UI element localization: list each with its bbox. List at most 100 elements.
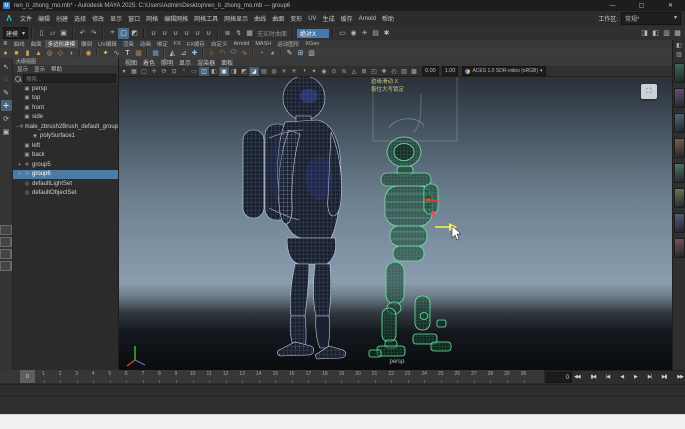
sidebar-tab-thumb-0[interactable]	[674, 63, 685, 83]
shelf-tab-12[interactable]: MASH	[252, 40, 274, 48]
select-object-icon[interactable]: ▢	[118, 28, 129, 39]
shelf-tab-1[interactable]: 曲面	[28, 40, 45, 48]
outliner-item-group6[interactable]: +✛group6	[13, 170, 118, 180]
green-robot-wireframe-model[interactable]	[369, 119, 451, 357]
open-scene-icon[interactable]: ▱	[47, 28, 58, 39]
outliner-search-input[interactable]: 搜索...	[23, 74, 116, 83]
close-button[interactable]: ✕	[656, 0, 685, 11]
shelf-grid-icon[interactable]: ⊞	[295, 49, 306, 58]
viewport-toolbar-icon-18[interactable]: ◑	[299, 67, 309, 76]
rotate-tool-icon[interactable]: ⟳	[1, 113, 12, 124]
minimize-button[interactable]: —	[598, 0, 627, 11]
light-editor-icon[interactable]: ✱	[381, 28, 392, 39]
outliner-item-persp[interactable]: ▣persp	[13, 84, 118, 94]
render-icon[interactable]: ▭	[337, 28, 348, 39]
scale-tool-icon[interactable]: ▣	[1, 126, 12, 137]
menu-item-17[interactable]: Arnold	[356, 11, 379, 26]
select-component-icon[interactable]: ◩	[129, 28, 140, 39]
menu-item-5[interactable]: 显示	[107, 11, 125, 26]
viewport-toolbar-icon-12[interactable]: ◩	[239, 67, 249, 76]
outliner-menu-0[interactable]: 显示	[17, 65, 28, 73]
construction-icon[interactable]: ↯	[233, 28, 244, 39]
layout-button-2[interactable]	[0, 249, 12, 259]
toggle-channel-box-icon[interactable]: ▦	[672, 28, 683, 39]
redo-icon[interactable]: ↷	[88, 28, 99, 39]
history-icon[interactable]: ≣	[222, 28, 233, 39]
expander-icon[interactable]: +	[16, 171, 23, 178]
menu-item-16[interactable]: 缓存	[338, 11, 356, 26]
move-tool-icon[interactable]: ✛	[1, 100, 12, 111]
time-slider[interactable]: 0 12345678910111213141516171819202122232…	[0, 370, 545, 383]
viewport-toolbar-icon-16[interactable]: ☀	[279, 67, 289, 76]
sidebar-tab-thumb-2[interactable]	[674, 113, 685, 133]
coordinate-input-field[interactable]: 绝对X	[297, 29, 329, 38]
viewport-toolbar-icon-4[interactable]: ⟳	[159, 67, 169, 76]
layout-button-3[interactable]	[0, 261, 12, 271]
shelf-platonic-icon[interactable]: ◉	[83, 49, 94, 58]
transport-button-5[interactable]: ▶|	[648, 374, 651, 380]
select-hierarchy-icon[interactable]: ⌖	[107, 28, 118, 39]
menu-item-3[interactable]: 选择	[71, 11, 89, 26]
menuset-dropdown[interactable]: 建模▾	[3, 27, 28, 39]
snap-view-icon[interactable]: ∪	[192, 28, 203, 39]
viewport-toolbar-icon-28[interactable]: ▥	[399, 67, 409, 76]
menu-item-18[interactable]: 帮助	[379, 11, 397, 26]
sidebar-tab-thumb-6[interactable]	[674, 213, 685, 233]
outliner-item-left[interactable]: ▣left	[13, 141, 118, 151]
outliner-item-polySurface1[interactable]: ◈polySurface1	[13, 132, 118, 142]
shelf-poly-cone-icon[interactable]: ▲	[33, 49, 44, 58]
human-wireframe-model[interactable]	[243, 76, 346, 359]
shelf-snap-ui-icon[interactable]: ▥	[306, 49, 317, 58]
shelf-tab-3[interactable]: 雕刻	[78, 40, 95, 48]
viewport-toolbar-icon-17[interactable]: ✳	[289, 67, 299, 76]
shelf-tab-10[interactable]: 自定义	[208, 40, 231, 48]
render-settings-icon[interactable]: ☀	[359, 28, 370, 39]
viewport-canvas[interactable]	[119, 58, 672, 370]
shelf-poly-torus-icon[interactable]: ◎	[44, 49, 55, 58]
shelf-curve-star-icon[interactable]: ✦	[100, 49, 111, 58]
viewport-toolbar-icon-21[interactable]: ⊙	[329, 67, 339, 76]
menu-item-9[interactable]: 网格工具	[191, 11, 221, 26]
viewport-toolbar-icon-8[interactable]: ◫	[199, 67, 209, 76]
shelf-tab-2[interactable]: 多边形建模	[45, 40, 79, 48]
snap-live-icon[interactable]: ∪	[203, 28, 214, 39]
shelf-svg-tool-icon[interactable]: ▦	[133, 49, 144, 58]
viewport-toolbar-icon-7[interactable]: ▭	[189, 67, 199, 76]
shelf-tab-7[interactable]: 绑定	[154, 40, 171, 48]
shelf-sculpt-icon[interactable]: ◔	[256, 49, 267, 58]
viewport-toolbar-icon-23[interactable]: ◬	[349, 67, 359, 76]
menu-item-10[interactable]: 网格显示	[221, 11, 251, 26]
shelf-poly-sphere-icon[interactable]: ●	[0, 49, 11, 58]
shelf-ellipse-icon[interactable]: ⬭	[228, 49, 239, 58]
toggle-tool-settings-icon[interactable]: ▥	[661, 28, 672, 39]
menu-item-11[interactable]: 曲线	[251, 11, 269, 26]
snap-grid-icon[interactable]: ∪	[148, 28, 159, 39]
transport-button-1[interactable]: ▮◀	[591, 374, 596, 380]
gamma-field[interactable]: 1.00	[442, 66, 459, 76]
colorspace-dropdown[interactable]: ACES 1.0 SDR-video (sRGB)▾	[462, 66, 545, 76]
shelf-type-tool-icon[interactable]: T	[122, 49, 133, 58]
transport-button-2[interactable]: |◀	[606, 374, 609, 380]
transport-button-0[interactable]: ◀◀	[574, 374, 580, 380]
outliner-item-male_zbrush2Brush_default_group[interactable]: −✛male_zbrush2Brush_default_group	[13, 122, 118, 132]
menu-item-6[interactable]: 窗口	[125, 11, 143, 26]
shelf-poly-plane-icon[interactable]: ◇	[55, 49, 66, 58]
viewport-toolbar-icon-11[interactable]: ◨	[229, 67, 239, 76]
menu-item-13[interactable]: 变形	[287, 11, 305, 26]
shelf-tab-0[interactable]: 曲线	[11, 40, 28, 48]
outliner-menu-2[interactable]: 帮助	[51, 65, 62, 73]
shelf-freehand-icon[interactable]: ∿	[239, 49, 250, 58]
undo-icon[interactable]: ↶	[77, 28, 88, 39]
ipr-render-icon[interactable]: ◉	[348, 28, 359, 39]
strip-icon-1[interactable]: ▥	[675, 50, 684, 58]
shelf-nurbs-circle-icon[interactable]: ○	[206, 49, 217, 58]
sidebar-tab-thumb-5[interactable]	[674, 188, 685, 208]
shelf-append-poly-icon[interactable]: ✚	[189, 49, 200, 58]
transport-button-3[interactable]: ◀	[620, 374, 623, 380]
shelf-menu-icon[interactable]: ≣	[0, 40, 11, 48]
save-scene-icon[interactable]: ▣	[58, 28, 69, 39]
layout-button-1[interactable]	[0, 237, 12, 247]
viewport-toolbar-icon-6[interactable]: ▫	[179, 67, 189, 76]
new-scene-icon[interactable]: ▯	[36, 28, 47, 39]
snap-plane-icon[interactable]: ∪	[181, 28, 192, 39]
